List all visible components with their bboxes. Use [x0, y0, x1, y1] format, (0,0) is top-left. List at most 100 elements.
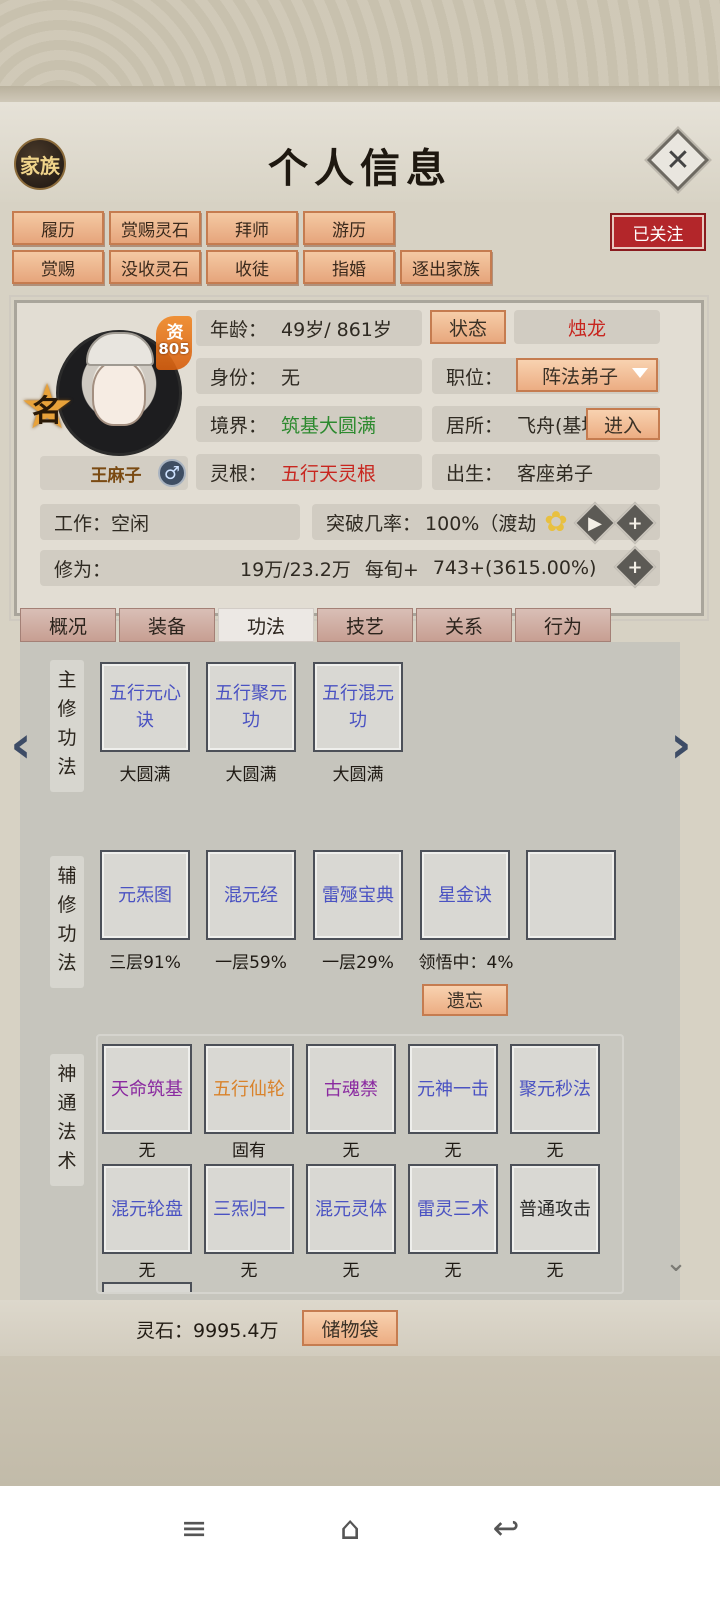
birth-label: 出生： — [446, 462, 504, 485]
tribulation-icon: ✿ — [544, 505, 568, 538]
male-icon: ♂ — [158, 459, 186, 487]
clan-button[interactable]: 家族 — [14, 138, 66, 190]
divine-art-slot[interactable]: 混元灵体 — [306, 1164, 396, 1254]
residence-label: 居所： — [446, 414, 504, 437]
divine-art-name: 五行仙轮 — [213, 1078, 285, 1100]
divine-arts-label: 神通法术 — [50, 1054, 84, 1186]
main-method-slot[interactable]: 五行混元功 — [313, 662, 403, 752]
tab-equipment[interactable]: 装备 — [119, 608, 215, 642]
history-button[interactable]: 履历 — [12, 211, 104, 245]
chevron-down-icon[interactable] — [632, 368, 648, 378]
arrange-marriage-button[interactable]: 指婚 — [303, 250, 395, 284]
divine-art-state: 无 — [240, 1261, 258, 1281]
avatar-face — [92, 360, 146, 426]
divine-art-state: 无 — [444, 1261, 462, 1281]
back-icon[interactable]: ↩ — [476, 1508, 536, 1548]
aux-method-slot[interactable]: 雷殛宝典 — [313, 850, 403, 940]
divine-art-name: 元神一击 — [417, 1078, 489, 1100]
tab-overview[interactable]: 概况 — [20, 608, 116, 642]
divine-art-name: 普通攻击 — [519, 1198, 591, 1220]
divine-art-state: 无 — [342, 1141, 360, 1161]
status-value: 烛龙 — [514, 310, 660, 344]
confiscate-stones-button[interactable]: 没收灵石 — [109, 250, 201, 284]
divine-art-slot[interactable]: 三炁归一 — [204, 1164, 294, 1254]
work-label: 工作： — [54, 512, 112, 535]
reward-button[interactable]: 赏赐 — [12, 250, 104, 284]
top-band — [0, 86, 720, 102]
tab-methods[interactable]: 功法 — [218, 608, 314, 642]
work-field: 工作： 空闲 — [40, 504, 300, 540]
chevron-down-icon[interactable]: ⌄ — [656, 1248, 696, 1278]
play-icon[interactable]: ▶ — [580, 508, 610, 538]
divine-art-slot[interactable]: 普通攻击 — [510, 1164, 600, 1254]
aux-method-level: 三层91% — [109, 953, 181, 973]
divine-art-slot[interactable]: 雷灵三术 — [408, 1164, 498, 1254]
work-value: 空闲 — [111, 512, 150, 535]
forget-button[interactable]: 遗忘 — [422, 984, 508, 1016]
aux-method-name: 元炁图 — [118, 884, 172, 906]
plus-icon[interactable]: + — [620, 552, 650, 582]
menu-icon[interactable]: ≡ — [164, 1508, 224, 1548]
aux-method-level: 领悟中：4% — [418, 953, 514, 973]
close-icon[interactable]: ✕ — [656, 138, 700, 182]
aux-method-name: 星金诀 — [438, 884, 492, 906]
aux-method-empty-slot[interactable] — [526, 850, 616, 940]
aux-method-slot[interactable]: 混元经 — [206, 850, 296, 940]
storage-bag-button[interactable]: 储物袋 — [302, 1310, 398, 1346]
divine-art-state: 无 — [546, 1261, 564, 1281]
aux-method-name: 混元经 — [224, 884, 278, 906]
birth-value: 客座弟子 — [517, 462, 594, 485]
fame-label: 名 — [32, 394, 62, 429]
identity-value: 无 — [281, 366, 301, 389]
divine-art-name: 三炁归一 — [213, 1198, 285, 1220]
divine-art-slot[interactable]: 聚元秒法 — [510, 1044, 600, 1134]
main-method-name: 五行聚元功 — [215, 683, 287, 731]
aux-method-slot[interactable]: 元炁图 — [100, 850, 190, 940]
divine-art-slot[interactable]: 古魂禁 — [306, 1044, 396, 1134]
page-title: 个人信息 — [268, 145, 452, 192]
aptitude-value: 805 — [158, 340, 190, 358]
age-field: 年龄： 49岁/ 861岁 — [196, 310, 422, 346]
aux-method-slot[interactable]: 星金诀 — [420, 850, 510, 940]
spirit-stones: 灵石：9995.4万 — [136, 1320, 279, 1342]
take-disciple-button[interactable]: 收徒 — [206, 250, 298, 284]
age-label: 年龄： — [210, 318, 268, 341]
per-turn-value: 743+(3615.00%) — [432, 557, 597, 579]
tab-relations[interactable]: 关系 — [416, 608, 512, 642]
spirit-root-value: 五行天灵根 — [281, 462, 377, 485]
reward-stones-button[interactable]: 赏赐灵石 — [109, 211, 201, 245]
main-method-slot[interactable]: 五行聚元功 — [206, 662, 296, 752]
chevron-right-icon[interactable]: › — [664, 719, 698, 771]
plus-icon[interactable]: + — [620, 508, 650, 538]
breakthrough-label: 突破几率： — [326, 512, 422, 535]
divine-art-name: 古魂禁 — [324, 1078, 378, 1100]
expel-button[interactable]: 逐出家族 — [400, 250, 492, 284]
home-icon[interactable]: ⌂ — [320, 1508, 380, 1548]
identity-field: 身份： 无 — [196, 358, 422, 394]
main-method-name: 五行混元功 — [322, 683, 394, 731]
divine-art-state: 无 — [138, 1141, 156, 1161]
main-method-label: 主修功法 — [50, 660, 84, 792]
chevron-left-icon[interactable]: ‹ — [4, 719, 38, 771]
enter-residence-button[interactable]: 进入 — [586, 408, 660, 440]
top-pattern — [0, 0, 720, 100]
main-method-name: 五行元心诀 — [109, 683, 181, 731]
cultivation-value: 19万/23.2万 — [240, 558, 351, 581]
main-method-slot[interactable]: 五行元心诀 — [100, 662, 190, 752]
tab-actions[interactable]: 行为 — [515, 608, 611, 642]
divine-art-slot[interactable]: 元神一击 — [408, 1044, 498, 1134]
status-button[interactable]: 状态 — [430, 310, 506, 344]
follow-button[interactable]: 已关注 — [612, 215, 704, 249]
birth-field: 出生： 客座弟子 — [432, 454, 660, 490]
divine-art-slot[interactable]: 天命筑基 — [102, 1044, 192, 1134]
divine-art-name: 聚元秒法 — [519, 1078, 591, 1100]
divine-art-slot[interactable]: 混元轮盘 — [102, 1164, 192, 1254]
tab-skills[interactable]: 技艺 — [317, 608, 413, 642]
post-label: 职位： — [446, 366, 504, 389]
divine-art-name: 混元灵体 — [315, 1198, 387, 1220]
divine-art-name: 天命筑基 — [111, 1078, 183, 1100]
divine-art-slot-partial[interactable] — [102, 1282, 192, 1292]
divine-art-slot[interactable]: 五行仙轮 — [204, 1044, 294, 1134]
become-disciple-button[interactable]: 拜师 — [206, 211, 298, 245]
travel-button[interactable]: 游历 — [303, 211, 395, 245]
